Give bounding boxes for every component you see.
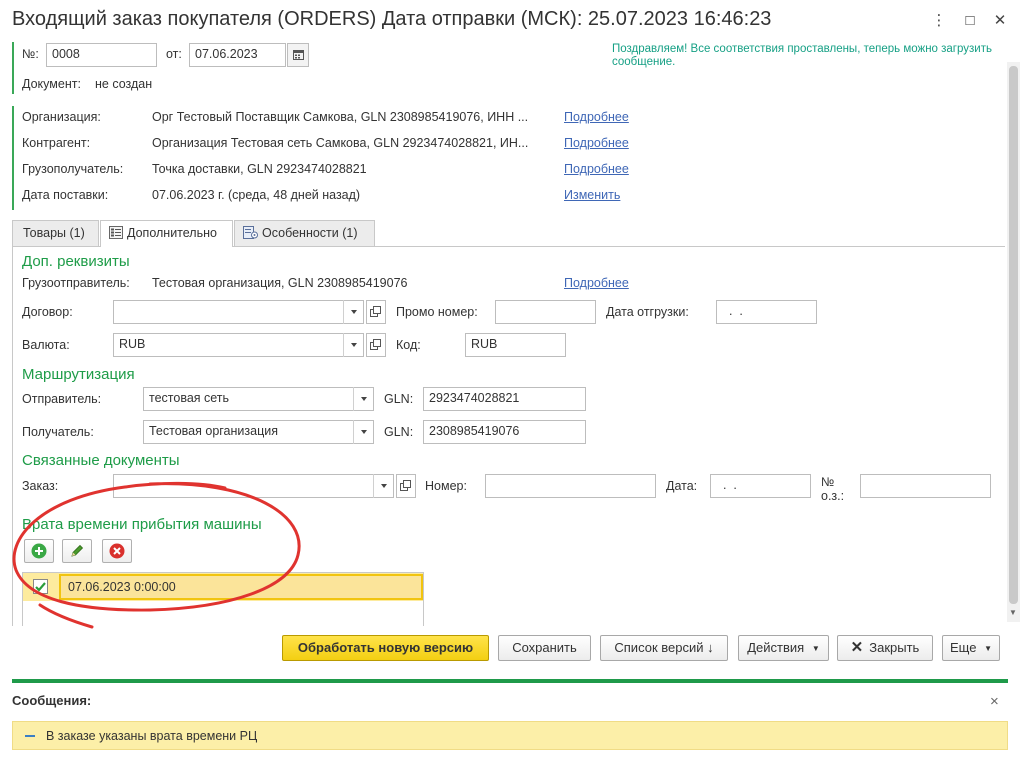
close-window-icon[interactable]: ✕: [989, 10, 1011, 32]
contract-dropdown-button[interactable]: [343, 300, 363, 324]
order-open-button[interactable]: [396, 474, 416, 498]
tab-goods[interactable]: Товары (1): [12, 220, 99, 246]
tab-label: Дополнительно: [127, 226, 217, 240]
currency-open-button[interactable]: [366, 333, 386, 357]
more-menu-icon[interactable]: ⋮: [928, 10, 950, 32]
chevron-down-icon: ▼: [811, 644, 820, 653]
receiver-label: Получатель:: [22, 425, 94, 439]
promo-label: Промо номер:: [396, 305, 478, 319]
order-dropdown-button[interactable]: [373, 474, 393, 498]
shipper-value: Тестовая организация, GLN 2308985419076: [152, 276, 408, 290]
messages-title: Сообщения:: [12, 693, 92, 708]
scroll-down-icon[interactable]: ▼: [1009, 608, 1017, 617]
info-label: Организация:: [22, 110, 101, 124]
message-item[interactable]: В заказе указаны врата времени РЦ: [12, 721, 1008, 750]
messages-close-icon[interactable]: ×: [990, 693, 999, 710]
messages-divider: [12, 679, 1008, 683]
calendar-button[interactable]: [287, 43, 309, 67]
receiver-dropdown-button[interactable]: [353, 420, 373, 444]
info-label: Грузополучатель:: [22, 162, 124, 176]
tab-label: Особенности (1): [262, 226, 358, 240]
related-date-label: Дата:: [666, 479, 698, 493]
number-input[interactable]: 0008: [46, 43, 157, 67]
related-number-label: Номер:: [425, 479, 467, 493]
header-accent-bar: [12, 42, 14, 94]
document-value: не создан: [95, 77, 153, 91]
message-text: В заказе указаны врата времени РЦ: [46, 729, 258, 743]
sender-gln-label: GLN:: [384, 392, 414, 406]
related-date-input[interactable]: . .: [710, 474, 811, 498]
document-list-icon: [109, 226, 123, 239]
success-notice: Поздравляем! Все соответствия проставлен…: [612, 43, 992, 68]
ship-date-label: Дата отгрузки:: [606, 305, 689, 319]
oz-label: № о.з.:: [821, 475, 845, 503]
sender-dropdown-button[interactable]: [353, 387, 373, 411]
currency-dropdown-button[interactable]: [343, 333, 363, 357]
code-input[interactable]: RUB: [465, 333, 566, 357]
code-label: Код:: [396, 338, 421, 352]
number-label: №:: [22, 47, 39, 61]
open-form-icon: [400, 480, 411, 491]
message-bullet-icon: [25, 735, 35, 737]
info-accent-bar: [12, 106, 14, 210]
section-title-routing: Маршрутизация: [22, 366, 135, 383]
counterparty-details-link[interactable]: Подробнее: [564, 136, 629, 150]
close-button[interactable]: ✕ Закрыть: [837, 635, 933, 661]
info-value: Точка доставки, GLN 2923474028821: [152, 162, 367, 176]
calendar-icon: [293, 50, 304, 60]
oz-input[interactable]: [860, 474, 991, 498]
receiver-input[interactable]: Тестовая организация: [143, 420, 374, 444]
info-label: Дата поставки:: [22, 188, 109, 202]
versions-list-button[interactable]: Список версий ↓: [600, 635, 728, 661]
section-title-dop: Доп. реквизиты: [22, 253, 130, 270]
sender-gln-input[interactable]: 2923474028821: [423, 387, 586, 411]
scrollbar-thumb[interactable]: [1009, 66, 1018, 604]
annotation-ellipse: [12, 481, 301, 629]
actions-button[interactable]: Действия ▼: [738, 635, 829, 661]
from-label: от:: [166, 47, 182, 61]
shipper-label: Грузоотправитель:: [22, 276, 130, 290]
close-label: Закрыть: [869, 640, 920, 655]
organization-details-link[interactable]: Подробнее: [564, 110, 629, 124]
info-value: Орг Тестовый Поставщик Самкова, GLN 2308…: [152, 110, 529, 124]
ship-date-input[interactable]: . .: [716, 300, 817, 324]
tab-additional[interactable]: Дополнительно: [100, 220, 233, 247]
tab-features[interactable]: Особенности (1): [234, 220, 375, 246]
shipper-details-link[interactable]: Подробнее: [564, 276, 629, 290]
related-number-input[interactable]: [485, 474, 656, 498]
open-form-icon: [370, 306, 381, 317]
process-new-version-button[interactable]: Обработать новую версию: [282, 635, 489, 661]
close-x-icon: ✕: [850, 639, 864, 656]
actions-label: Действия: [747, 640, 805, 655]
info-label: Контрагент:: [22, 136, 91, 150]
info-value: Организация Тестовая сеть Самкова, GLN 2…: [152, 136, 529, 150]
more-label: Еще: [950, 640, 977, 655]
contract-open-button[interactable]: [366, 300, 386, 324]
window-title: Входящий заказ покупателя (ORDERS) Дата …: [12, 8, 772, 30]
more-button[interactable]: Еще ▼: [942, 635, 1000, 661]
section-title-related: Связанные документы: [22, 452, 180, 469]
contract-label: Договор:: [22, 305, 73, 319]
sender-input[interactable]: тестовая сеть: [143, 387, 374, 411]
currency-label: Валюта:: [22, 338, 70, 352]
maximize-icon[interactable]: □: [959, 10, 981, 32]
receiver-gln-input[interactable]: 2308985419076: [423, 420, 586, 444]
save-button[interactable]: Сохранить: [498, 635, 591, 661]
tab-label: Товары (1): [23, 226, 85, 240]
features-icon: [243, 226, 258, 239]
date-input[interactable]: 07.06.2023: [189, 43, 286, 67]
receiver-gln-label: GLN:: [384, 425, 414, 439]
sender-label: Отправитель:: [22, 392, 102, 406]
change-delivery-date-link[interactable]: Изменить: [564, 188, 620, 202]
contract-input[interactable]: [113, 300, 364, 324]
consignee-details-link[interactable]: Подробнее: [564, 162, 629, 176]
currency-input[interactable]: RUB: [113, 333, 364, 357]
promo-input[interactable]: [495, 300, 596, 324]
open-form-icon: [370, 339, 381, 350]
info-value: 07.06.2023 г. (среда, 48 дней назад): [152, 188, 361, 202]
document-label: Документ:: [22, 77, 81, 91]
chevron-down-icon: ▼: [984, 644, 992, 653]
